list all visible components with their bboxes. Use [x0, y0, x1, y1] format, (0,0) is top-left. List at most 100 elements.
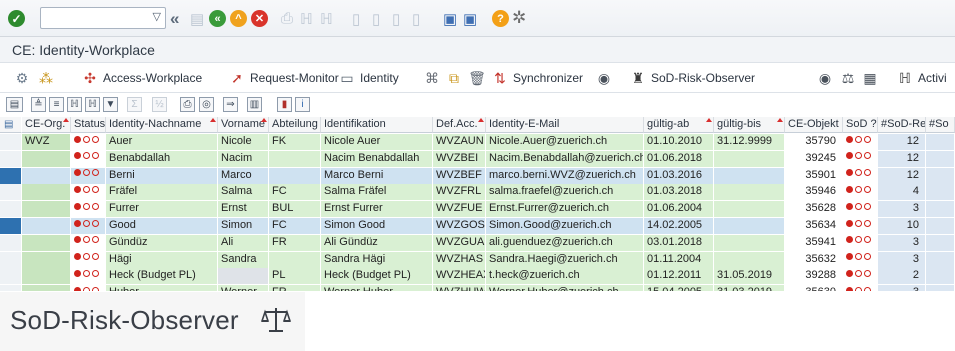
activity-button[interactable]: ℍ Activi [897, 69, 947, 87]
col-header-gueltig-ab[interactable]: gültig-ab [644, 117, 714, 133]
col-header-sod-req[interactable]: #SoD-Req [878, 117, 926, 133]
cell-identifikation[interactable]: Nicole Auer [321, 134, 433, 150]
team-button[interactable]: ⁂ [38, 69, 59, 87]
settings-gear-icon[interactable]: ✲ [512, 8, 526, 28]
cell-defacc[interactable]: WVZAUN [433, 134, 486, 150]
cell-nachname[interactable]: Hägi [106, 251, 218, 268]
synchronizer-button[interactable]: ⇅ Synchronizer [492, 69, 583, 87]
cell-status[interactable] [71, 234, 106, 251]
find-icon[interactable]: ℍ [300, 10, 313, 28]
col-header-sod-more[interactable]: #So [926, 117, 955, 133]
cell-defacc[interactable]: WVZHEAX [433, 268, 486, 285]
cell-identifikation[interactable]: Werner Huber [321, 285, 433, 291]
col-header-vorname[interactable]: Vorname [218, 117, 269, 133]
shortcut-icon[interactable]: ▣ [463, 10, 477, 28]
col-header-gueltig-bis[interactable]: gültig-bis [714, 117, 785, 133]
col-header-sod[interactable]: SoD ? [843, 117, 878, 133]
cell-sod-more[interactable] [926, 134, 955, 150]
cell-ce-objekt[interactable]: 35630 [785, 285, 843, 291]
cell-email[interactable]: Nicole.Auer@zuerich.ch [486, 134, 644, 150]
col-header-ce-org[interactable]: CE-Org. [22, 117, 71, 133]
cell-sod[interactable] [843, 268, 878, 285]
table-row[interactable]: Good Simon FC Simon Good WVZGOS Simon.Good@zu… [0, 218, 955, 234]
print-icon[interactable]: ⎙ [180, 97, 195, 112]
cell-email[interactable]: salma.fraefel@zuerich.ch [486, 184, 644, 201]
cell-vorname[interactable]: Sandra [218, 251, 269, 268]
cell-defacc[interactable]: WVZBEF [433, 167, 486, 184]
chevron-down-icon[interactable]: ▽ [153, 10, 161, 23]
row-selector[interactable] [0, 150, 22, 167]
cell-email[interactable]: Simon.Good@zuerich.ch [486, 218, 644, 234]
cell-email[interactable]: marco.berni.WVZ@zuerich.ch [486, 167, 644, 184]
table-row[interactable]: Heck (Budget PL) PL Heck (Budget PL) WVZHEA… [0, 268, 955, 285]
col-header-identifikation[interactable]: Identifikation [321, 117, 433, 133]
cell-ce-objekt[interactable]: 35946 [785, 184, 843, 201]
cell-sod[interactable] [843, 218, 878, 234]
col-header-nachname[interactable]: Identity-Nachname [106, 117, 218, 133]
cell-sod-req[interactable]: 12 [878, 134, 926, 150]
cell-sod-req[interactable]: 3 [878, 234, 926, 251]
cell-abteilung[interactable]: BUL [269, 201, 321, 218]
cell-vorname[interactable]: Ali [218, 234, 269, 251]
cell-ce-objekt[interactable]: 39245 [785, 150, 843, 167]
cell-gueltig-bis[interactable] [714, 184, 785, 201]
cell-gueltig-ab[interactable]: 01.12.2011 [644, 268, 714, 285]
cell-ce-objekt[interactable]: 35634 [785, 218, 843, 234]
command-field[interactable]: ▽ [40, 7, 166, 29]
row-selector[interactable] [0, 201, 22, 218]
cell-status[interactable] [71, 201, 106, 218]
cell-nachname[interactable]: Good [106, 218, 218, 234]
first-page-icon[interactable]: ▯ [352, 10, 360, 28]
cell-sod-req[interactable]: 12 [878, 167, 926, 184]
cell-nachname[interactable]: Berni [106, 167, 218, 184]
select-all-cell[interactable]: ▤ [0, 117, 22, 133]
details-icon[interactable]: ▤ [6, 97, 23, 112]
cell-sod-more[interactable] [926, 234, 955, 251]
cell-sod-req[interactable]: 12 [878, 150, 926, 167]
cell-email[interactable]: Nacim.Benabdallah@zuerich.ch [486, 150, 644, 167]
org-button[interactable]: ⚙ [14, 69, 35, 87]
cell-sod-req[interactable]: 3 [878, 251, 926, 268]
identity-button[interactable]: ▭ Identity [339, 69, 398, 87]
exit-icon[interactable]: ^ [230, 10, 247, 27]
cell-status[interactable] [71, 218, 106, 234]
cell-defacc[interactable]: WVZHAS [433, 251, 486, 268]
filter-icon[interactable]: ▼ [103, 97, 118, 112]
cell-sod-more[interactable] [926, 285, 955, 291]
cell-status[interactable] [71, 150, 106, 167]
cell-sod[interactable] [843, 251, 878, 268]
balance-button[interactable]: ⚖ [840, 69, 861, 87]
cell-gueltig-bis[interactable] [714, 150, 785, 167]
cell-gueltig-bis[interactable] [714, 201, 785, 218]
cell-vorname[interactable]: Simon [218, 218, 269, 234]
cell-nachname[interactable]: Heck (Budget PL) [106, 268, 218, 285]
col-header-ce-objekt[interactable]: CE-Objekt [785, 117, 843, 133]
cell-defacc[interactable]: WVZFUE [433, 201, 486, 218]
cell-gueltig-bis[interactable] [714, 167, 785, 184]
cell-status[interactable] [71, 268, 106, 285]
cell-gueltig-ab[interactable]: 01.06.2018 [644, 150, 714, 167]
cell-vorname[interactable]: Nicole [218, 134, 269, 150]
info-icon[interactable]: i [295, 97, 310, 112]
cell-status[interactable] [71, 251, 106, 268]
cell-sod-req[interactable]: 3 [878, 285, 926, 291]
cell-ce-org[interactable] [22, 184, 71, 201]
cell-sod[interactable] [843, 285, 878, 291]
compare-button[interactable]: ⌘ [424, 69, 445, 87]
cell-gueltig-ab[interactable]: 01.06.2004 [644, 201, 714, 218]
cell-ce-org[interactable] [22, 285, 71, 291]
cell-email[interactable]: Ernst.Furrer@zuerich.ch [486, 201, 644, 218]
cell-ce-objekt[interactable]: 35628 [785, 201, 843, 218]
previous-page-icon[interactable]: ▯ [372, 10, 380, 28]
col-header-email[interactable]: Identity-E-Mail [486, 117, 644, 133]
cell-identifikation[interactable]: Salma Fräfel [321, 184, 433, 201]
sum-icon[interactable]: Σ [127, 97, 142, 112]
cell-ce-org[interactable] [22, 150, 71, 167]
cell-ce-objekt[interactable]: 39288 [785, 268, 843, 285]
cell-nachname[interactable]: Fräfel [106, 184, 218, 201]
cell-defacc[interactable]: WVZFRL [433, 184, 486, 201]
views-icon[interactable]: ◎ [199, 97, 214, 112]
cell-vorname[interactable]: Ernst [218, 201, 269, 218]
row-selector[interactable] [0, 134, 22, 150]
sod-risk-observer-button[interactable]: ♜ SoD-Risk-Observer [630, 69, 755, 87]
